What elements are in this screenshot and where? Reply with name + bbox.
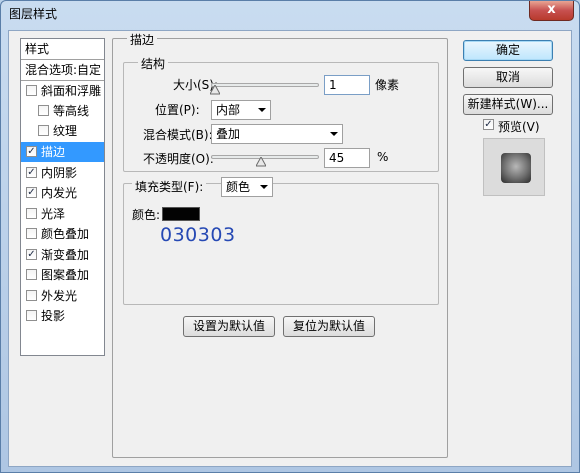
size-slider-track[interactable] xyxy=(211,83,319,87)
style-list-header[interactable]: 样式 xyxy=(21,39,104,59)
size-slider-thumb[interactable] xyxy=(210,85,220,95)
checkbox[interactable]: ✓ xyxy=(26,187,37,198)
style-item-pattern-overlay[interactable]: 图案叠加 xyxy=(21,265,104,285)
style-item-outer-glow[interactable]: 外发光 xyxy=(21,286,104,306)
preview-checkbox[interactable]: ✓ xyxy=(483,119,494,130)
style-item-label: 描边 xyxy=(41,145,66,159)
chevron-down-icon xyxy=(258,108,266,112)
position-select[interactable]: 内部 xyxy=(211,100,271,120)
color-label: 颜色: xyxy=(132,208,161,222)
checkbox[interactable] xyxy=(26,290,37,301)
cancel-button[interactable]: 取消 xyxy=(463,67,553,88)
color-swatch[interactable] xyxy=(162,207,200,221)
checkmark-icon: ✓ xyxy=(27,167,36,178)
checkbox[interactable] xyxy=(26,269,37,280)
opacity-label: 不透明度(O): xyxy=(143,152,214,166)
style-item-label: 图案叠加 xyxy=(41,268,90,282)
checkmark-icon: ✓ xyxy=(27,146,36,157)
style-item-label: 内阴影 xyxy=(41,166,78,180)
new-style-button[interactable]: 新建样式(W)... xyxy=(463,94,553,115)
title-bar[interactable]: 图层样式 x xyxy=(1,1,579,27)
style-item-label: 内发光 xyxy=(41,186,78,200)
style-item-stroke[interactable]: ✓ 描边 xyxy=(21,142,104,162)
style-item-label: 等高线 xyxy=(53,104,90,118)
stroke-panel-title: 描边 xyxy=(127,31,158,48)
opacity-input[interactable]: 45 xyxy=(324,148,370,168)
fill-type-select[interactable]: 颜色 xyxy=(221,177,273,197)
checkbox[interactable] xyxy=(38,105,49,116)
checkbox[interactable] xyxy=(38,125,49,136)
style-item-texture[interactable]: 纹理 xyxy=(21,121,104,141)
style-item-gradient-overlay[interactable]: ✓ 渐变叠加 xyxy=(21,245,104,265)
preview-toggle[interactable]: ✓ 预览(V) xyxy=(483,117,563,135)
chevron-down-icon xyxy=(330,132,338,136)
checkbox[interactable] xyxy=(26,85,37,96)
checkmark-icon: ✓ xyxy=(27,187,36,198)
checkmark-icon: ✓ xyxy=(484,119,493,130)
ok-button[interactable]: 确定 xyxy=(463,40,553,61)
checkbox[interactable]: ✓ xyxy=(26,249,37,260)
blend-options-item[interactable]: 混合选项:自定 xyxy=(21,60,104,80)
checkbox[interactable] xyxy=(26,208,37,219)
style-item-label: 斜面和浮雕 xyxy=(41,84,102,98)
checkmark-icon: ✓ xyxy=(27,249,36,260)
opacity-slider-thumb[interactable] xyxy=(256,157,266,167)
style-preview xyxy=(483,138,545,196)
blend-mode-select[interactable]: 叠加 xyxy=(211,124,343,144)
checkbox[interactable] xyxy=(26,310,37,321)
dialog-title: 图层样式 xyxy=(9,7,58,21)
checkbox[interactable]: ✓ xyxy=(26,167,37,178)
checkbox[interactable] xyxy=(26,228,37,239)
style-item-label: 渐变叠加 xyxy=(41,248,90,262)
position-label: 位置(P): xyxy=(155,103,200,117)
size-unit-label: 像素 xyxy=(375,78,400,92)
style-item-satin[interactable]: 光泽 xyxy=(21,204,104,224)
close-icon: x xyxy=(547,2,556,17)
structure-group-title: 结构 xyxy=(138,55,169,72)
checkbox[interactable]: ✓ xyxy=(26,146,37,157)
style-list: 样式 混合选项:自定 斜面和浮雕 等高线 纹理 ✓ 描边 ✓ 内阴影 ✓ 内发光… xyxy=(20,38,105,356)
size-input[interactable]: 1 xyxy=(324,75,370,95)
blend-mode-select-value: 叠加 xyxy=(216,127,241,141)
opacity-unit-label: % xyxy=(377,150,389,164)
reset-default-button[interactable]: 复位为默认值 xyxy=(283,316,375,337)
style-item-inner-shadow[interactable]: ✓ 内阴影 xyxy=(21,163,104,183)
color-hex-annotation: 030303 xyxy=(160,224,236,246)
style-item-label: 外发光 xyxy=(41,289,78,303)
style-item-label: 颜色叠加 xyxy=(41,227,90,241)
preview-label: 预览(V) xyxy=(498,120,540,134)
style-item-drop-shadow[interactable]: 投影 xyxy=(21,306,104,326)
blend-mode-label: 混合模式(B): xyxy=(143,128,213,142)
stroke-panel: 描边 结构 大小(S): 1 像素 位置(P): 内部 混合模式(B): 叠加 xyxy=(112,31,448,458)
preview-thumbnail xyxy=(501,153,531,183)
layer-style-dialog: 图层样式 x 样式 混合选项:自定 斜面和浮雕 等高线 纹理 ✓ 描边 ✓ 内阴… xyxy=(0,0,580,473)
fill-group: 填充类型(F): 颜色 颜色: 030303 xyxy=(123,177,439,305)
style-item-bevel-emboss[interactable]: 斜面和浮雕 xyxy=(21,81,104,101)
structure-group: 结构 大小(S): 1 像素 位置(P): 内部 混合模式(B): 叠加 不透明… xyxy=(123,55,439,172)
set-default-button[interactable]: 设置为默认值 xyxy=(183,316,275,337)
style-item-inner-glow[interactable]: ✓ 内发光 xyxy=(21,183,104,203)
style-item-color-overlay[interactable]: 颜色叠加 xyxy=(21,224,104,244)
fill-type-select-value: 颜色 xyxy=(226,180,251,194)
dialog-client-area: 样式 混合选项:自定 斜面和浮雕 等高线 纹理 ✓ 描边 ✓ 内阴影 ✓ 内发光… xyxy=(8,30,572,467)
style-item-contour[interactable]: 等高线 xyxy=(21,101,104,121)
style-item-label: 光泽 xyxy=(41,207,66,221)
close-button[interactable]: x xyxy=(529,1,574,21)
style-item-label: 投影 xyxy=(41,309,66,323)
style-item-label: 纹理 xyxy=(53,124,78,138)
chevron-down-icon xyxy=(260,185,268,189)
fill-type-label: 填充类型(F): xyxy=(132,178,207,195)
position-select-value: 内部 xyxy=(216,103,241,117)
